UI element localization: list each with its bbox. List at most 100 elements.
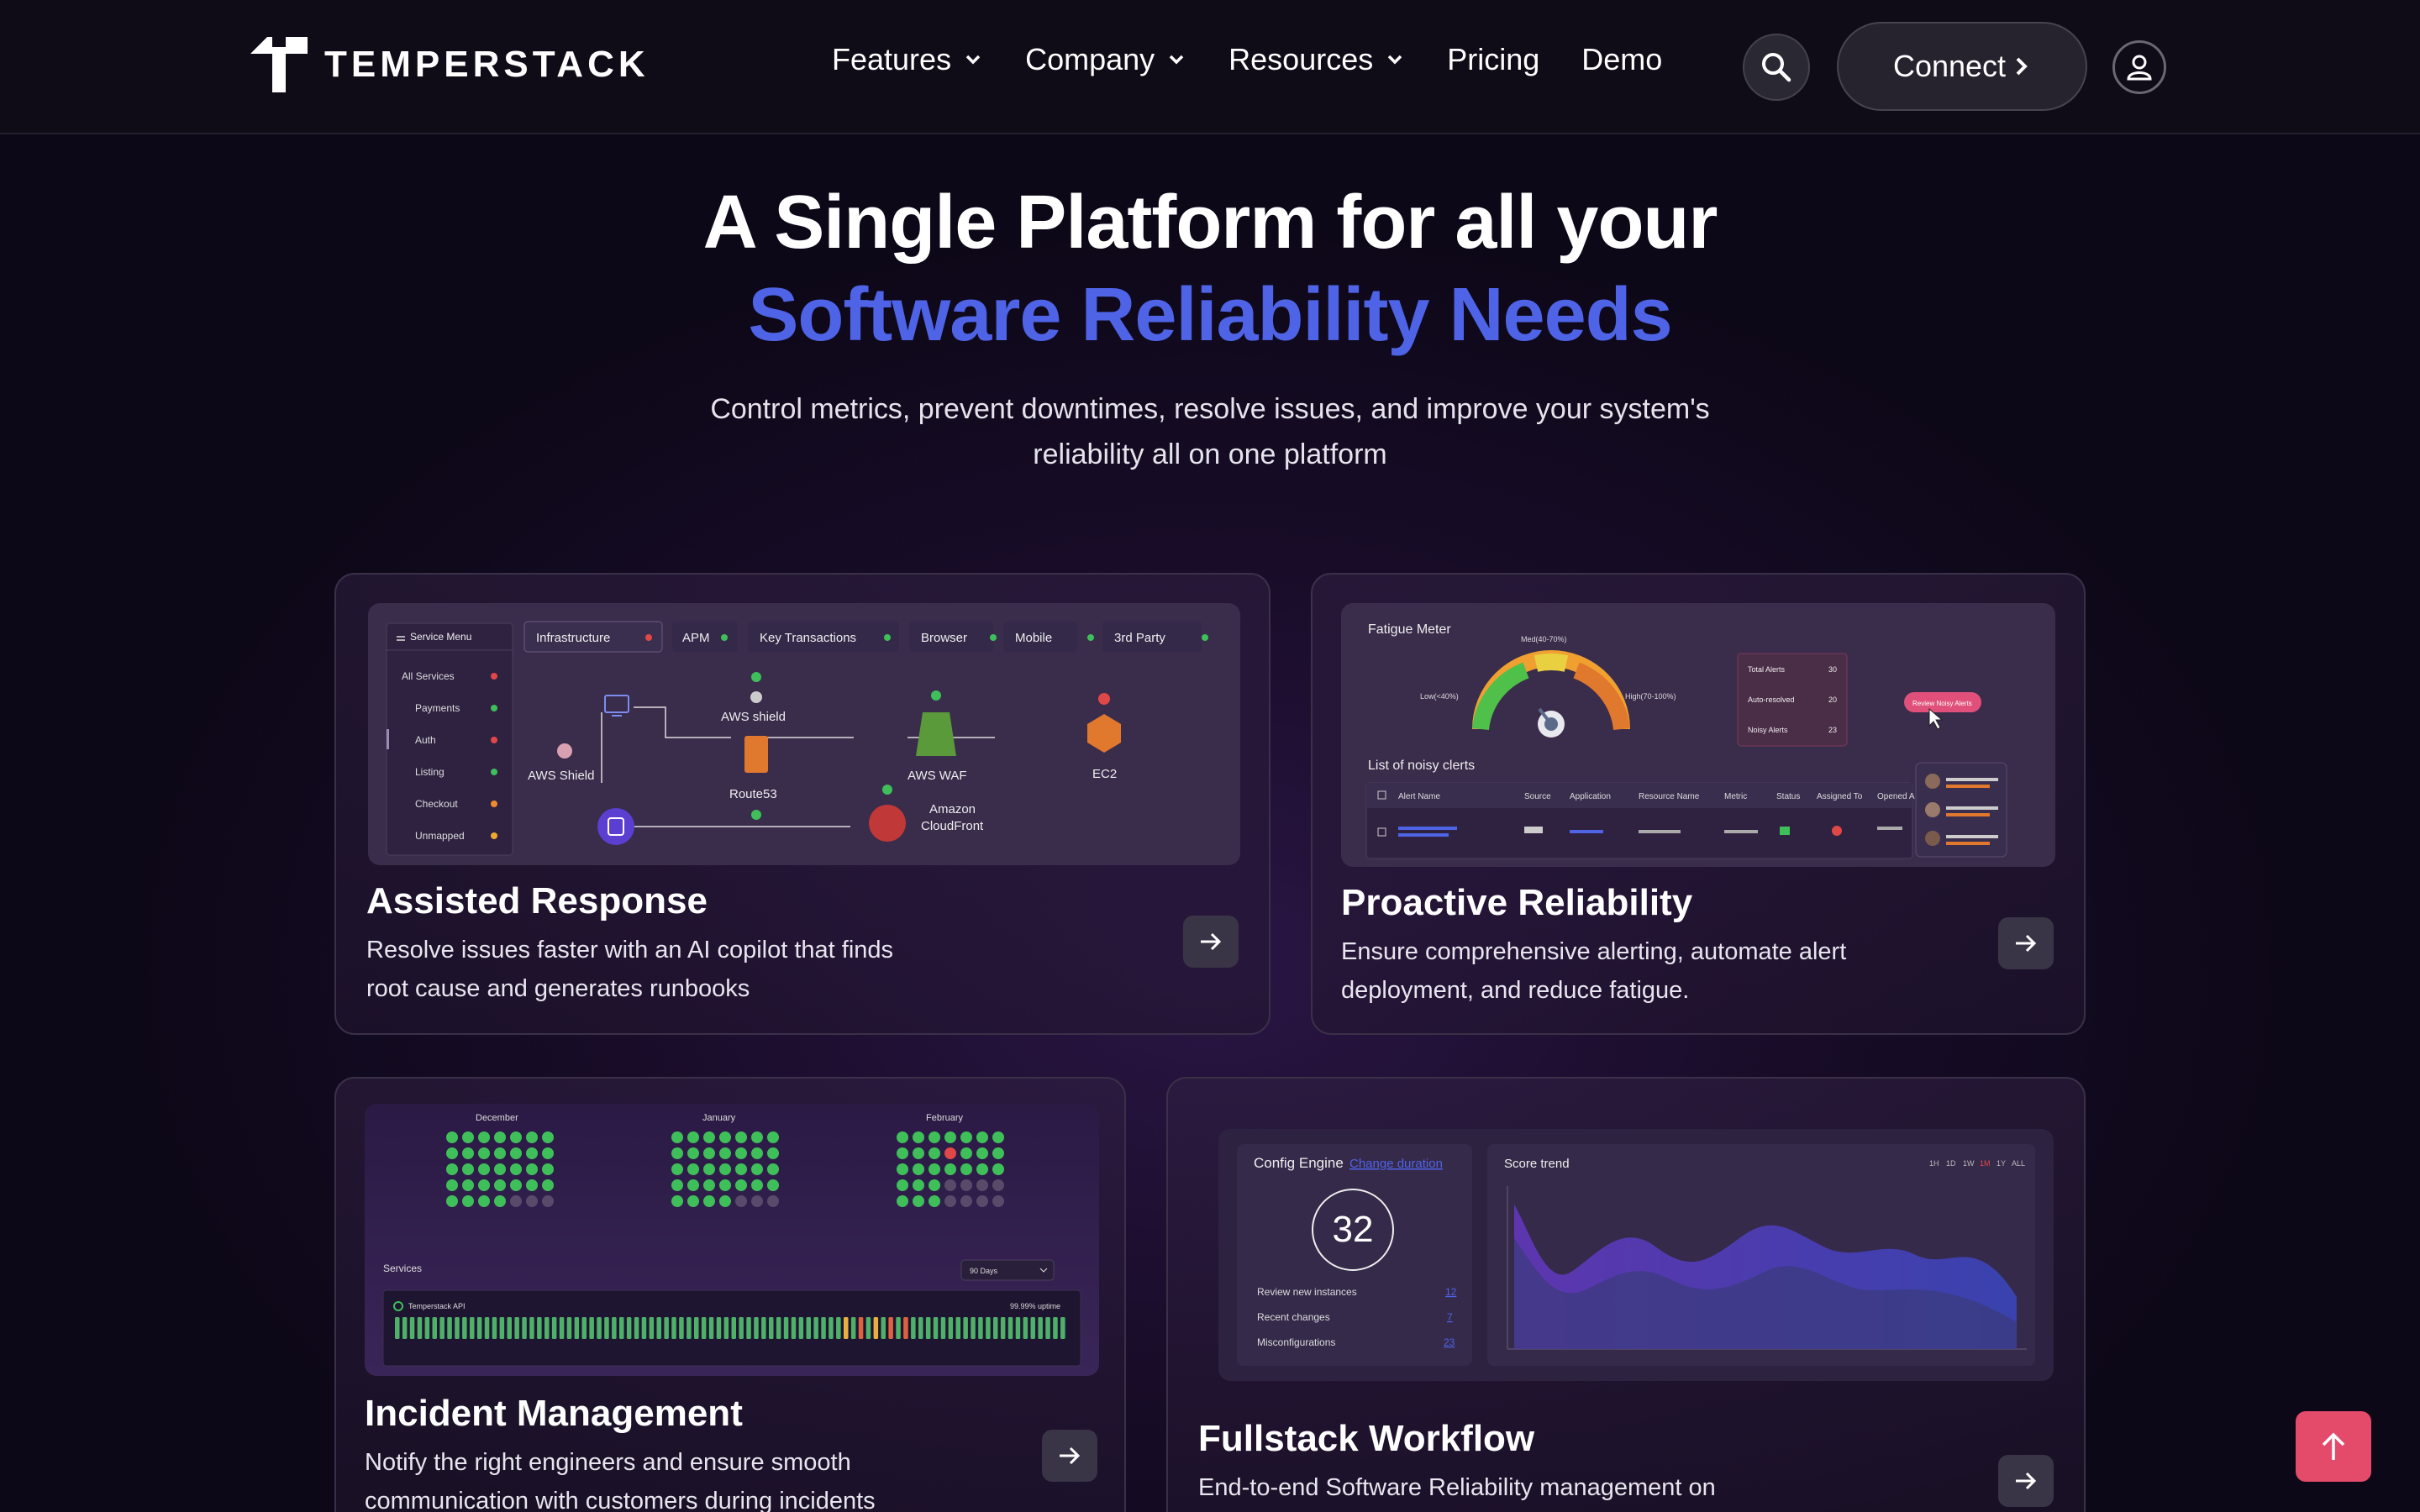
uptime-bar [739,1317,744,1339]
service-item[interactable]: Checkout [415,798,458,810]
calendar-day-dot [478,1163,490,1175]
calendar-day-dot [671,1131,683,1143]
card-assisted-response[interactable]: Service Menu All Services Payments Auth … [334,573,1270,1035]
calendar-day-dot [944,1163,956,1175]
range-1d[interactable]: 1D [1946,1159,1956,1168]
arrow-right-icon [2016,1472,2037,1490]
uptime-bar [499,1317,505,1339]
fullstack-preview: Config Engine Change duration 32 Review … [1218,1129,2054,1381]
tab-browser[interactable]: Browser [921,631,967,645]
status-dot [751,672,761,682]
uptime-bar [687,1317,692,1339]
calendar-day-dot [735,1147,747,1159]
brand-logo[interactable]: TEMPERSTACK [250,37,650,92]
tab-infrastructure[interactable]: Infrastructure [536,631,610,645]
nav-resources[interactable]: Resources [1228,42,1405,77]
uptime-bar [641,1317,647,1339]
fullstack-arrow-button[interactable] [1998,1455,2054,1507]
calendar-day-dot [542,1131,554,1143]
assisted-preview: Service Menu All Services Payments Auth … [368,603,1240,865]
service-item[interactable]: Payments [415,702,460,714]
service-item[interactable]: Auth [415,734,436,746]
monitor-icon [604,695,629,717]
nav-company[interactable]: Company [1025,42,1186,77]
scroll-top-button[interactable] [2296,1411,2371,1482]
calendar-day-dot [960,1163,972,1175]
calendar-day-dot [462,1163,474,1175]
calendar-day-dot [494,1147,506,1159]
review-noisy-alerts-label: Review Noisy Alerts [1912,700,1972,707]
card-proactive-reliability[interactable]: Fatigue Meter Med(40-70%) Low(<40%) High… [1311,573,2086,1035]
tab-3rd-party[interactable]: 3rd Party [1114,631,1165,645]
calendar-day-dot [913,1195,924,1207]
calendar-day-dot [446,1147,458,1159]
uptime-bar [754,1317,759,1339]
column-header: Metric [1724,792,1747,801]
card-title: Incident Management [365,1393,743,1434]
uptime-bar [514,1317,519,1339]
user-icon [2127,55,2152,81]
calendar-day-dot [897,1195,908,1207]
service-item[interactable]: Unmapped [415,830,465,842]
nav-features[interactable]: Features [832,42,983,77]
card-incident-management[interactable]: December January February Services 90 Da… [334,1077,1126,1512]
config-row-value[interactable]: 12 [1445,1286,1457,1298]
tab-mobile[interactable]: Mobile [1015,631,1052,645]
calendar-day-dot [687,1179,699,1191]
calendar-day-dot [494,1179,506,1191]
calendar-day-dot [992,1195,1004,1207]
config-row-value[interactable]: 7 [1447,1311,1453,1323]
uptime-bar [933,1317,939,1339]
calendar-day-dot [751,1147,763,1159]
calendar-day-dot [960,1147,972,1159]
connect-button[interactable]: Connect [1837,22,2087,111]
proactive-arrow-button[interactable] [1998,917,2054,969]
uptime-bar [551,1317,557,1339]
change-duration-link[interactable]: Change duration [1349,1157,1443,1171]
range-1w[interactable]: 1W [1963,1159,1975,1168]
hero-subtitle: Control metrics, prevent downtimes, reso… [710,393,1710,470]
range-all[interactable]: ALL [2012,1159,2025,1168]
calendar-day-dot [751,1179,763,1191]
nav-pricing[interactable]: Pricing [1447,42,1539,77]
uptime-bar [664,1317,669,1339]
device-node-icon[interactable] [597,808,634,845]
uptime-bar [694,1317,699,1339]
search-button[interactable] [1743,34,1810,101]
uptime-bar [671,1317,676,1339]
uptime-bar [903,1317,908,1339]
calendar-day-dot [542,1147,554,1159]
service-item[interactable]: All Services [402,670,455,682]
calendar-day-dot [478,1131,490,1143]
uptime-bar [918,1317,923,1339]
uptime-bar [701,1317,707,1339]
tab-key-transactions[interactable]: Key Transactions [760,631,856,645]
status-dot [491,832,497,839]
incident-arrow-button[interactable] [1042,1430,1097,1482]
status-dot [491,705,497,711]
uptime-bar [559,1317,565,1339]
account-button[interactable] [2112,40,2166,94]
assisted-arrow-button[interactable] [1183,916,1239,968]
uptime-bar [798,1317,804,1339]
calendar-day-dot [719,1179,731,1191]
calendar-day-dot [703,1163,715,1175]
nav-demo[interactable]: Demo [1581,42,1662,77]
tab-apm[interactable]: APM [682,631,710,645]
range-1h[interactable]: 1H [1929,1159,1939,1168]
config-row-value[interactable]: 23 [1444,1336,1455,1348]
card-desc: End-to-end Software Reliability manageme… [1198,1474,1716,1501]
status-dot [1087,634,1094,641]
gauge-label-high: High(70-100%) [1625,692,1676,701]
calendar-day-dot [767,1179,779,1191]
shield-icon [750,691,762,703]
service-item[interactable]: Listing [415,766,445,778]
range-1m[interactable]: 1M [1980,1159,1991,1168]
uptime-bar [1038,1317,1043,1339]
uptime-bar [1023,1317,1028,1339]
card-fullstack-workflow[interactable]: Config Engine Change duration 32 Review … [1166,1077,2086,1512]
range-1y[interactable]: 1Y [1996,1159,2006,1168]
uptime-bar [1015,1317,1021,1339]
nav-features-label: Features [832,42,952,76]
uptime-bar [566,1317,572,1339]
